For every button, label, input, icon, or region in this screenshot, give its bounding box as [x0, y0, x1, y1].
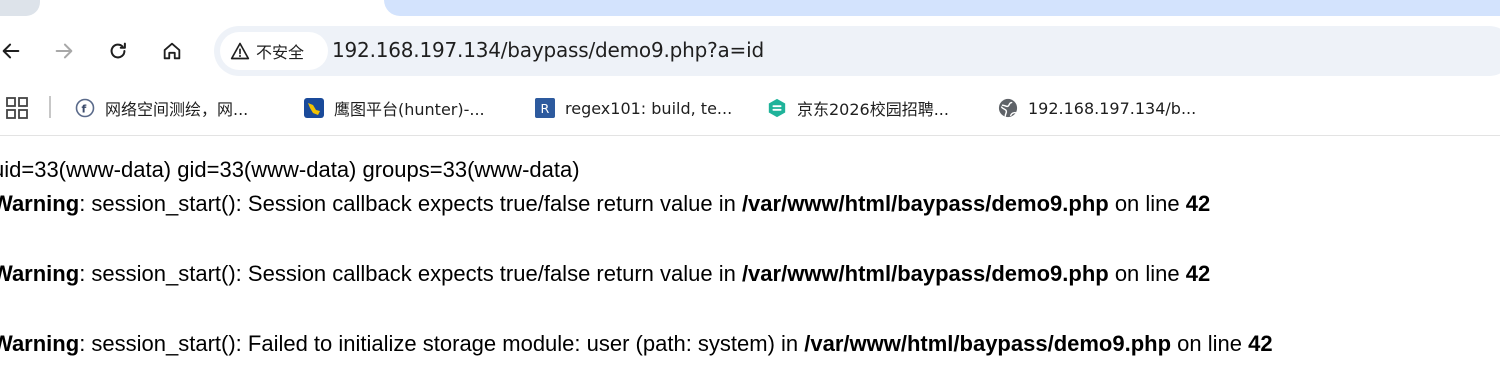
warning-line-number: 42 [1185, 191, 1211, 216]
address-bar[interactable]: 不安全 192.168.197.134/baypass/demo9.php?a=… [214, 26, 1500, 76]
warning-message: : session_start(): Failed to initialize … [79, 331, 805, 356]
warning-label: Warning [0, 261, 80, 286]
active-tab[interactable] [384, 0, 1500, 16]
back-button[interactable] [0, 36, 26, 66]
bookmark-label: 鹰图平台(hunter)-... [334, 100, 485, 119]
bookmark-item[interactable]: f 网络空间测绘，网... [75, 94, 248, 122]
svg-text:f: f [82, 103, 87, 116]
bookmark-item[interactable]: R regex101: build, te... [535, 94, 732, 122]
bookmark-label: 192.168.197.134/b... [1028, 98, 1197, 118]
warning-on-line: on line [1108, 261, 1186, 286]
bookmarks-divider [49, 96, 51, 118]
php-warning: Warning: session_start(): Session callba… [0, 191, 1210, 217]
fofa-icon: f [75, 98, 95, 118]
warning-file: /var/www/html/baypass/demo9.php [741, 191, 1109, 216]
reload-icon [110, 42, 126, 59]
svg-text:R: R [540, 101, 549, 116]
warning-label: Warning [0, 191, 80, 216]
arrow-right-icon [55, 43, 73, 59]
bookmarks-bar: f 网络空间测绘，网... 鹰图平台(hunter)-... R regex10… [0, 86, 1500, 136]
arrow-left-icon [2, 43, 20, 59]
hunter-icon [304, 98, 324, 118]
php-warning: Warning: session_start(): Session callba… [0, 261, 1210, 287]
url-text[interactable]: 192.168.197.134/baypass/demo9.php?a=id [332, 38, 764, 62]
warning-message: : session_start(): Session callback expe… [79, 191, 742, 216]
warning-file: /var/www/html/baypass/demo9.php [741, 261, 1109, 286]
forward-button[interactable] [49, 36, 79, 66]
warning-label: Warning [0, 331, 80, 356]
reload-button[interactable] [103, 36, 133, 66]
tab-strip [0, 0, 1500, 16]
regex101-icon: R [535, 98, 555, 118]
bookmark-label: 京东2026校园招聘... [797, 100, 949, 119]
bookmark-item[interactable]: 京东2026校园招聘... [767, 94, 949, 122]
globe-icon [998, 98, 1018, 118]
home-icon [163, 42, 181, 60]
warning-line-number: 42 [1248, 331, 1273, 356]
php-warning: Warning: session_start(): Failed to init… [0, 331, 1273, 357]
warning-file: /var/www/html/baypass/demo9.php [804, 331, 1172, 356]
jd-icon [767, 98, 787, 118]
bookmark-item[interactable]: 192.168.197.134/b... [998, 94, 1196, 122]
bookmark-item[interactable]: 鹰图平台(hunter)-... [304, 94, 485, 122]
warning-on-line: on line [1108, 191, 1186, 216]
warning-triangle-icon [230, 42, 250, 60]
home-button[interactable] [157, 36, 187, 66]
browser-toolbar: 不安全 192.168.197.134/baypass/demo9.php?a=… [0, 16, 1500, 86]
apps-grid-icon[interactable] [6, 97, 28, 119]
page-content: uid=33(www-data) gid=33(www-data) groups… [0, 137, 1500, 384]
warning-on-line: on line [1171, 331, 1249, 356]
bookmark-label: 网络空间测绘，网... [105, 100, 249, 119]
security-indicator[interactable]: 不安全 [220, 32, 328, 70]
warning-message: : session_start(): Session callback expe… [79, 261, 742, 286]
inactive-tab[interactable] [0, 0, 40, 16]
bookmark-label: regex101: build, te... [565, 98, 733, 118]
security-label: 不安全 [256, 43, 305, 62]
warning-line-number: 42 [1185, 261, 1211, 286]
command-output: uid=33(www-data) gid=33(www-data) groups… [0, 157, 580, 182]
